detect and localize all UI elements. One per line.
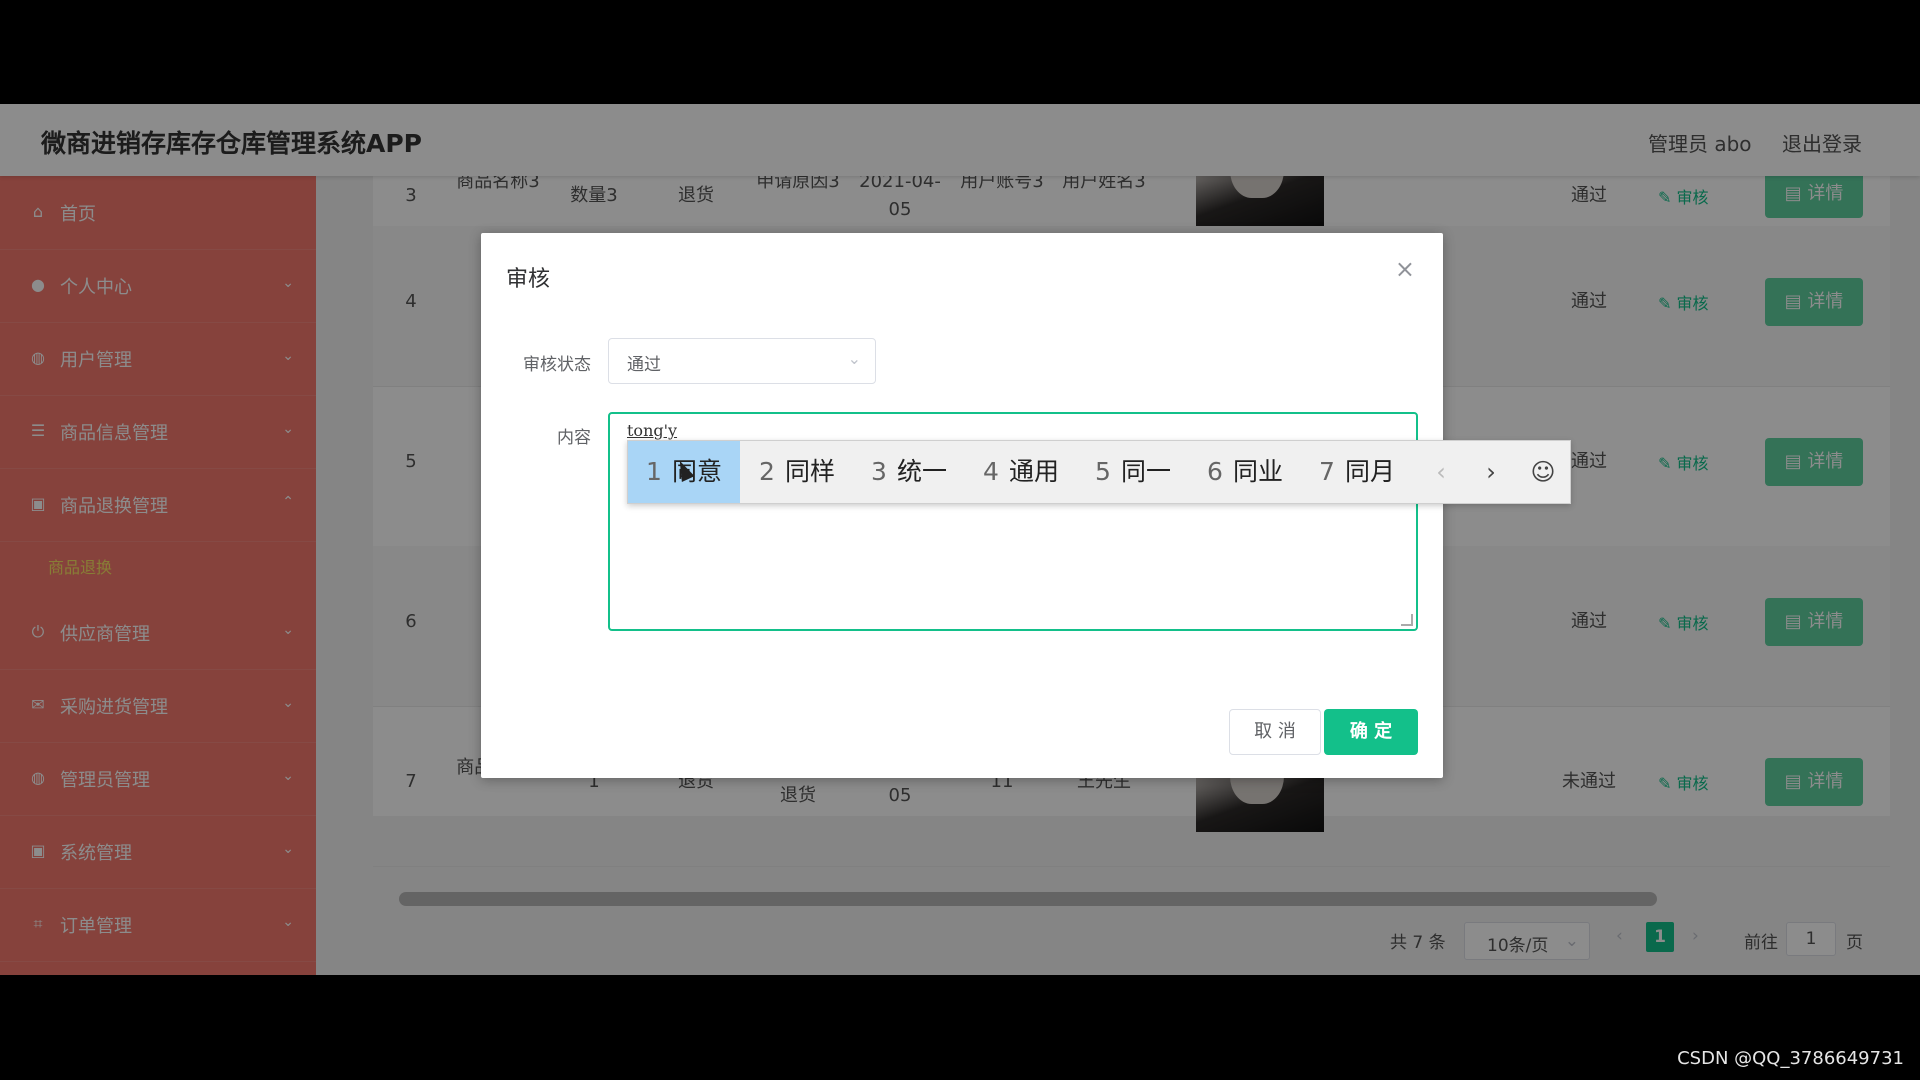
ime-prev-page-icon[interactable]: ‹ <box>1418 441 1464 503</box>
confirm-button[interactable]: 确 定 <box>1324 709 1418 755</box>
ime-next-page-icon[interactable]: › <box>1468 441 1514 503</box>
candidate-number: 5 <box>1095 457 1111 486</box>
emoji-icon[interactable]: ☺ <box>1518 441 1568 503</box>
ime-candidate-5[interactable]: 5 同一 <box>1078 441 1188 503</box>
cancel-button[interactable]: 取 消 <box>1229 709 1321 755</box>
dialog-title: 审核 <box>506 267 551 292</box>
candidate-number: 2 <box>759 457 775 486</box>
candidate-text: 统一 <box>896 457 947 486</box>
status-field-label: 审核状态 <box>523 355 591 375</box>
ime-candidate-4[interactable]: 4 通用 <box>966 441 1076 503</box>
content-field-label: 内容 <box>557 428 591 448</box>
resize-handle-icon[interactable] <box>1401 614 1413 626</box>
ime-candidate-bar: 1 同意 2 同样 3 统一 4 通用 5 同一 6 同业 7 同月 ‹ › ☺ <box>627 440 1571 504</box>
candidate-text: 同月 <box>1344 457 1395 486</box>
ime-candidate-6[interactable]: 6 同业 <box>1190 441 1300 503</box>
chevron-down-icon: ⌄ <box>847 349 861 368</box>
ime-candidate-7[interactable]: 7 同月 <box>1302 441 1412 503</box>
watermark-text: CSDN @QQ_3786649731 <box>1677 1048 1904 1069</box>
candidate-text: 通用 <box>1008 457 1059 486</box>
audit-dialog: 审核 × 审核状态 通过 ⌄ 内容 tong'y 取 消 确 定 <box>481 233 1443 778</box>
candidate-text: 同业 <box>1232 457 1283 486</box>
candidate-number: 6 <box>1207 457 1223 486</box>
candidate-number: 3 <box>871 457 887 486</box>
ime-candidate-2[interactable]: 2 同样 <box>742 441 852 503</box>
candidate-text: 同一 <box>1120 457 1171 486</box>
candidate-number: 1 <box>646 457 662 486</box>
candidate-text: 同样 <box>784 457 835 486</box>
candidate-number: 4 <box>983 457 999 486</box>
audit-status-select[interactable]: 通过 ⌄ <box>608 338 876 384</box>
ime-candidate-3[interactable]: 3 统一 <box>854 441 964 503</box>
ime-candidate-1[interactable]: 1 同意 <box>628 441 740 503</box>
audit-status-value: 通过 <box>627 355 661 375</box>
app-window: 微商进销存库存仓库管理系统APP 管理员 abo 退出登录 ⌂ 首页 ● 个人中… <box>0 104 1920 975</box>
ime-composition-text: tong'y <box>627 421 678 440</box>
candidate-number: 7 <box>1319 457 1335 486</box>
close-icon[interactable]: × <box>1395 255 1415 283</box>
